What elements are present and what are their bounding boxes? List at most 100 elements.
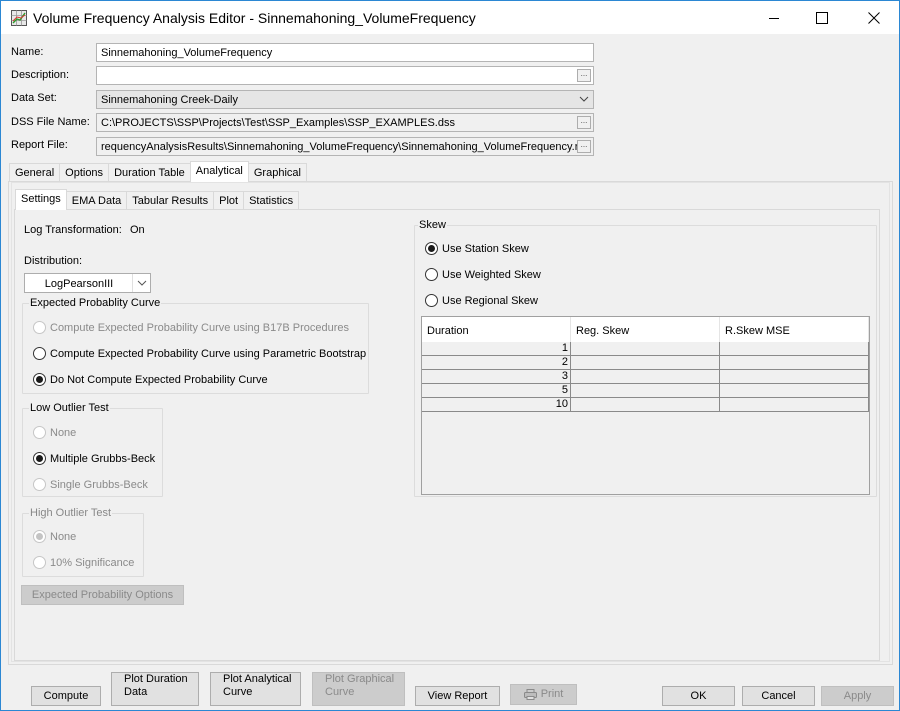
reg-skew-cell[interactable] <box>571 370 720 384</box>
printer-icon <box>523 689 537 700</box>
compute-button[interactable]: Compute <box>31 686 101 706</box>
expected-probability-title: Expected Probablity Curve <box>29 297 162 309</box>
ok-button[interactable]: OK <box>662 686 735 706</box>
radio-circle-icon <box>425 294 438 307</box>
radio-selected-icon <box>33 452 46 465</box>
duration-cell[interactable]: 2 <box>422 356 571 370</box>
log-transform-value: On <box>130 224 145 236</box>
dss-file-input[interactable]: C:\PROJECTS\SSP\Projects\Test\SSP_Exampl… <box>96 113 594 132</box>
b17b-radio[interactable]: Compute Expected Probability Curve using… <box>33 321 349 334</box>
reg-skew-cell[interactable] <box>571 342 720 356</box>
report-file-input[interactable]: requencyAnalysisResults\Sinnemahoning_Vo… <box>96 137 594 156</box>
regional-skew-table[interactable]: Duration Reg. Skew R.Skew MSE 1 2 3 5 10 <box>421 316 870 495</box>
mse-cell[interactable] <box>720 370 869 384</box>
duration-cell[interactable]: 1 <box>422 342 571 356</box>
low-outlier-none-radio[interactable]: None <box>33 426 76 439</box>
parametric-bootstrap-radio[interactable]: Compute Expected Probability Curve using… <box>33 347 366 360</box>
no-expected-prob-radio[interactable]: Do Not Compute Expected Probability Curv… <box>33 373 268 386</box>
plot-graphical-curve-label-2: Curve <box>325 686 355 698</box>
plot-graphical-curve-label-1: Plot Graphical <box>325 673 395 685</box>
multiple-grubbs-beck-radio[interactable]: Multiple Grubbs-Beck <box>33 452 155 465</box>
radio-circle-icon <box>33 556 46 569</box>
tab-general[interactable]: General <box>9 163 61 182</box>
name-input[interactable]: Sinnemahoning_VolumeFrequency <box>96 43 594 62</box>
apply-button[interactable]: Apply <box>821 686 894 706</box>
high-outlier-none-label: None <box>50 530 77 543</box>
tab-plot[interactable]: Plot <box>213 191 245 210</box>
tab-tabular-results[interactable]: Tabular Results <box>126 191 215 210</box>
report-browse-button[interactable]: ... <box>577 140 591 153</box>
table-row: 1 <box>422 342 869 356</box>
multiple-grubbs-beck-label: Multiple Grubbs-Beck <box>50 452 156 465</box>
tab-options[interactable]: Options <box>59 163 110 182</box>
dss-browse-button[interactable]: ... <box>577 116 591 129</box>
duration-cell[interactable]: 3 <box>422 370 571 384</box>
name-value: Sinnemahoning_VolumeFrequency <box>101 47 273 59</box>
maximize-icon <box>816 11 828 24</box>
radio-selected-icon <box>33 373 46 386</box>
close-button[interactable] <box>851 1 897 34</box>
description-input[interactable]: ... <box>96 66 594 85</box>
high-outlier-none-radio[interactable]: None <box>33 530 76 543</box>
plot-analytical-curve-button[interactable]: Plot Analytical Curve <box>210 672 301 706</box>
tab-analytical[interactable]: Analytical <box>189 161 249 182</box>
dataset-select[interactable]: Sinnemahoning Creek-Daily <box>96 90 594 109</box>
dss-file-label: DSS File Name: <box>11 116 90 128</box>
regional-skew-radio[interactable]: Use Regional Skew <box>425 294 538 307</box>
minimize-button[interactable] <box>751 1 797 34</box>
tab-statistics[interactable]: Statistics <box>243 191 300 210</box>
weighted-skew-radio[interactable]: Use Weighted Skew <box>425 268 541 281</box>
station-skew-radio[interactable]: Use Station Skew <box>425 242 529 255</box>
print-button[interactable]: Print <box>510 684 577 705</box>
maximize-button[interactable] <box>799 1 845 34</box>
ten-percent-significance-label: 10% Significance <box>50 556 135 569</box>
view-report-button[interactable]: View Report <box>415 686 500 706</box>
duration-cell[interactable]: 10 <box>422 398 571 412</box>
cancel-button[interactable]: Cancel <box>742 686 815 706</box>
mse-cell[interactable] <box>720 398 869 412</box>
radio-circle-icon <box>33 321 46 334</box>
tab-duration-table[interactable]: Duration Table <box>108 163 191 182</box>
regional-skew-label: Use Regional Skew <box>442 294 538 307</box>
table-row: 2 <box>422 356 869 370</box>
duration-cell[interactable]: 5 <box>422 384 571 398</box>
window-title: Volume Frequency Analysis Editor - Sinne… <box>33 10 476 26</box>
mse-cell[interactable] <box>720 342 869 356</box>
tab-graphical[interactable]: Graphical <box>247 163 307 182</box>
parametric-bootstrap-radio-label: Compute Expected Probability Curve using… <box>50 347 367 360</box>
table-row: 3 <box>422 370 869 384</box>
mse-cell[interactable] <box>720 384 869 398</box>
description-browse-button[interactable]: ... <box>577 69 591 82</box>
editor-window: Volume Frequency Analysis Editor - Sinne… <box>0 0 900 711</box>
chevron-down-icon <box>579 93 589 108</box>
plot-duration-data-label-2: Data <box>124 686 148 698</box>
plot-graphical-curve-button[interactable]: Plot Graphical Curve <box>312 672 405 706</box>
report-file-label: Report File: <box>11 139 68 151</box>
name-label: Name: <box>11 46 44 58</box>
distribution-select[interactable]: LogPearsonIII <box>24 273 151 293</box>
main-tab-bar: General Options Duration Table Analytica… <box>9 161 307 182</box>
radio-circle-icon <box>33 478 46 491</box>
plot-duration-data-label-1: Plot Duration <box>124 673 188 685</box>
station-skew-label: Use Station Skew <box>442 242 529 255</box>
ten-percent-significance-radio[interactable]: 10% Significance <box>33 556 134 569</box>
tab-settings[interactable]: Settings <box>15 189 67 210</box>
expected-probability-options-button[interactable]: Expected Probability Options <box>21 585 184 605</box>
low-outlier-title: Low Outlier Test <box>29 402 110 414</box>
reg-skew-cell[interactable] <box>571 384 720 398</box>
table-row: 5 <box>422 384 869 398</box>
tab-ema-data[interactable]: EMA Data <box>65 191 128 210</box>
column-header-reg-skew[interactable]: Reg. Skew <box>571 317 720 342</box>
report-file-value: requencyAnalysisResults\Sinnemahoning_Vo… <box>101 141 588 153</box>
column-header-rskew-mse[interactable]: R.Skew MSE <box>720 317 869 342</box>
column-header-duration[interactable]: Duration <box>422 317 571 342</box>
weighted-skew-label: Use Weighted Skew <box>442 268 541 281</box>
single-grubbs-beck-radio[interactable]: Single Grubbs-Beck <box>33 478 148 491</box>
radio-selected-icon <box>425 242 438 255</box>
mse-cell[interactable] <box>720 356 869 370</box>
plot-duration-data-button[interactable]: Plot Duration Data <box>111 672 199 706</box>
distribution-label: Distribution: <box>24 255 83 267</box>
reg-skew-cell[interactable] <box>571 398 720 412</box>
reg-skew-cell[interactable] <box>571 356 720 370</box>
sub-tab-bar: Settings EMA Data Tabular Results Plot S… <box>15 189 300 210</box>
